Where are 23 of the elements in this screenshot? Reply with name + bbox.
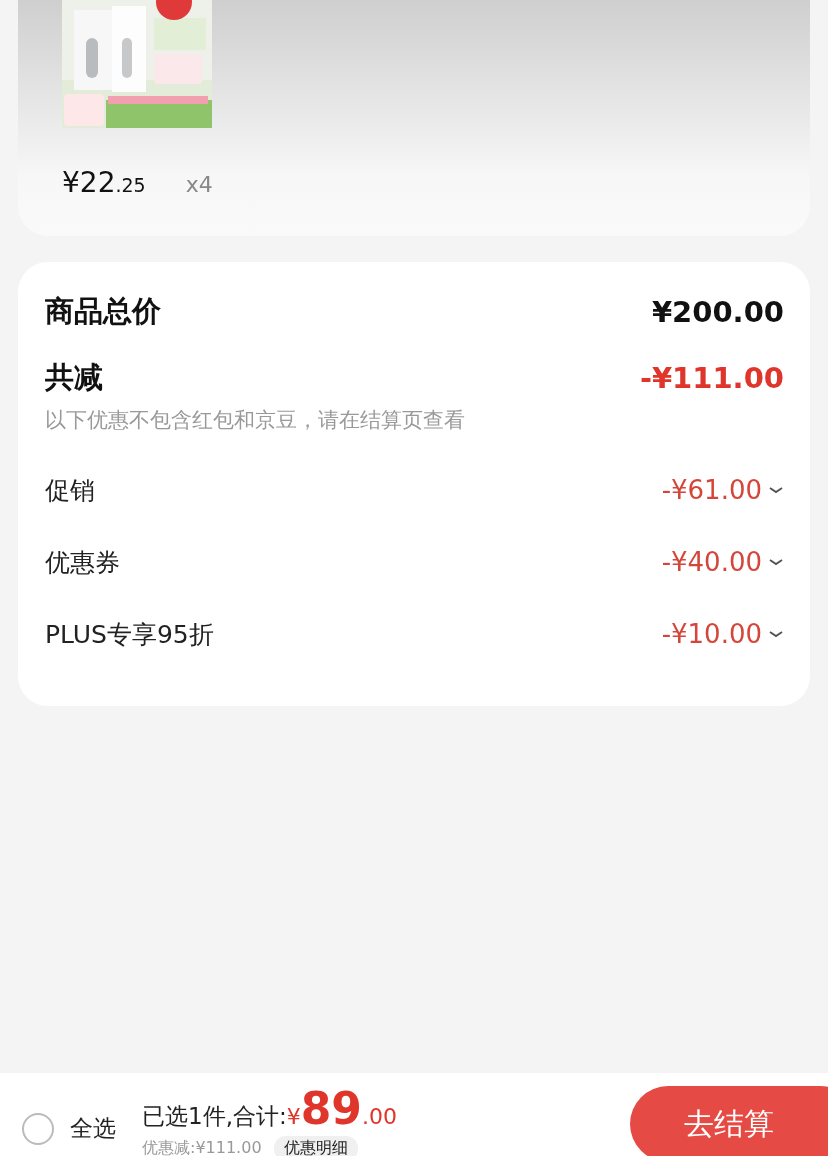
discount-label: 共减 (45, 359, 103, 396)
discount-item-label: 促销 (45, 474, 95, 507)
total-value: ¥200.00 (651, 295, 784, 329)
quantity: x4 (185, 172, 213, 197)
cart-total: ¥89.00 (286, 1083, 397, 1134)
discount-value: -¥111.00 (639, 361, 784, 395)
checkout-button[interactable]: 去结算 (630, 1086, 828, 1156)
discount-item-amount: -¥61.00 (661, 475, 762, 505)
select-all-label[interactable]: 全选 (70, 1113, 116, 1144)
discount-item-amount: -¥10.00 (661, 619, 762, 649)
total-label: 商品总价 (45, 293, 161, 330)
select-all-checkbox[interactable] (22, 1113, 54, 1145)
discount-item-label: PLUS专享95折 (45, 618, 214, 651)
discount-detail-button[interactable]: 优惠明细 (273, 1136, 358, 1156)
chevron-down-icon[interactable] (768, 557, 784, 567)
discount-note: 以下优惠不包含红包和京豆，请在结算页查看 (45, 407, 466, 434)
discount-item-amount: -¥40.00 (661, 547, 762, 577)
discount-item-label: 优惠券 (45, 546, 120, 579)
chevron-down-icon[interactable] (768, 485, 784, 495)
discount-summary: 优惠减:¥111.00 (142, 1138, 262, 1156)
product-price: ¥22.25 (62, 166, 146, 199)
chevron-down-icon[interactable] (768, 629, 784, 639)
selected-count-text: 已选1件,合计: (142, 1102, 287, 1131)
